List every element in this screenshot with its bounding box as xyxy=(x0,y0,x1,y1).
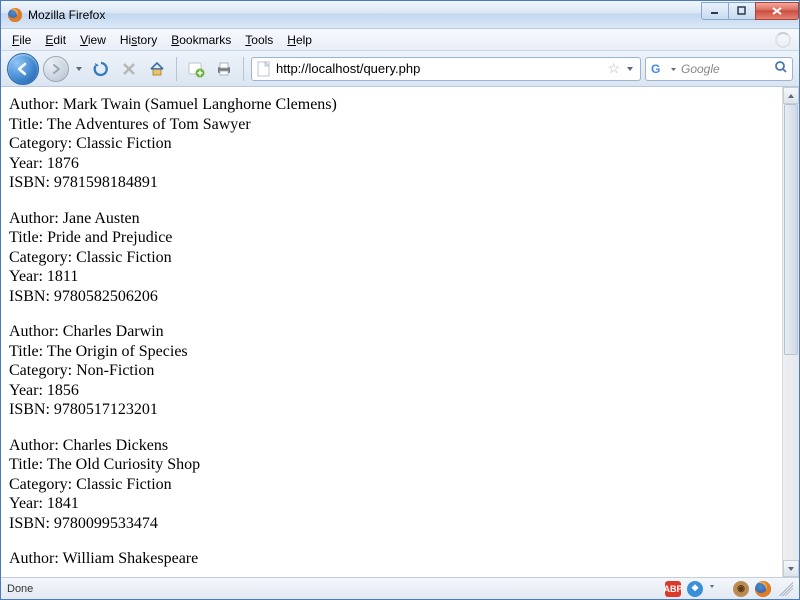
record-line: Author: Charles Darwin xyxy=(9,322,774,342)
search-engine-icon[interactable]: G xyxy=(650,61,666,77)
toolbar: http://localhost/query.php ☆ G Google xyxy=(1,51,799,87)
url-text: http://localhost/query.php xyxy=(276,61,603,76)
record-line: Year: 1811 xyxy=(9,267,774,287)
firefox-icon xyxy=(7,7,23,23)
reload-button[interactable] xyxy=(89,57,113,81)
record: Author: William Shakespeare xyxy=(9,549,774,569)
extension-icon[interactable]: ❖ xyxy=(687,581,703,597)
window-buttons xyxy=(702,2,799,22)
menu-edit[interactable]: Edit xyxy=(38,31,73,49)
record-line: Title: The Origin of Species xyxy=(9,342,774,362)
stop-button[interactable] xyxy=(117,57,141,81)
minimize-button[interactable] xyxy=(701,2,729,20)
search-placeholder: Google xyxy=(681,62,770,76)
record-line: ISBN: 9780582506206 xyxy=(9,287,774,307)
url-dropdown-icon[interactable] xyxy=(624,62,636,76)
scroll-track[interactable] xyxy=(783,104,799,560)
window-title: Mozilla Firefox xyxy=(28,8,702,22)
titlebar: Mozilla Firefox xyxy=(1,1,799,29)
record: Author: Jane AustenTitle: Pride and Prej… xyxy=(9,209,774,307)
statusbar: Done ABP ❖ ◉ xyxy=(1,577,799,599)
menu-history[interactable]: History xyxy=(113,31,164,49)
search-engine-dropdown-icon[interactable] xyxy=(670,62,677,76)
new-tab-button[interactable] xyxy=(184,57,208,81)
vertical-scrollbar[interactable] xyxy=(782,87,799,577)
record: Author: Charles DarwinTitle: The Origin … xyxy=(9,322,774,420)
record-line: ISBN: 9780099533474 xyxy=(9,514,774,534)
back-button[interactable] xyxy=(7,53,39,85)
record-line: ISBN: 9781598184891 xyxy=(9,173,774,193)
record-line: Title: The Adventures of Tom Sawyer xyxy=(9,115,774,135)
record-line: Category: Classic Fiction xyxy=(9,134,774,154)
scroll-up-button[interactable] xyxy=(783,87,799,104)
record-line: Author: Charles Dickens xyxy=(9,436,774,456)
page-icon xyxy=(256,61,272,77)
record-line: Title: Pride and Prejudice xyxy=(9,228,774,248)
svg-text:G: G xyxy=(651,62,660,76)
record-line: Category: Classic Fiction xyxy=(9,248,774,268)
menu-file[interactable]: File xyxy=(5,31,38,49)
url-bar[interactable]: http://localhost/query.php ☆ xyxy=(251,57,641,81)
record-line: Author: Jane Austen xyxy=(9,209,774,229)
home-button[interactable] xyxy=(145,57,169,81)
search-go-icon[interactable] xyxy=(774,60,788,77)
resize-grip-icon[interactable] xyxy=(779,582,793,596)
record-line: Year: 1876 xyxy=(9,154,774,174)
menu-bookmarks[interactable]: Bookmarks xyxy=(164,31,238,49)
status-text: Done xyxy=(7,583,659,595)
record-line: Title: The Old Curiosity Shop xyxy=(9,455,774,475)
maximize-button[interactable] xyxy=(728,2,756,20)
record-line: Author: Mark Twain (Samuel Langhorne Cle… xyxy=(9,95,774,115)
separator xyxy=(176,57,177,81)
nav-history-dropdown[interactable] xyxy=(73,56,85,82)
record-line: Year: 1841 xyxy=(9,494,774,514)
adblock-plus-icon[interactable]: ABP xyxy=(665,581,681,597)
firefox-status-icon[interactable] xyxy=(755,581,771,597)
page-content: Author: Mark Twain (Samuel Langhorne Cle… xyxy=(1,87,782,577)
extension-menu-icon[interactable] xyxy=(709,582,715,595)
bookmark-star-icon[interactable]: ☆ xyxy=(607,60,620,77)
record-line: Category: Classic Fiction xyxy=(9,475,774,495)
menubar: File Edit View History Bookmarks Tools H… xyxy=(1,29,799,51)
menu-tools[interactable]: Tools xyxy=(238,31,280,49)
forward-button[interactable] xyxy=(43,56,69,82)
record-line: Year: 1856 xyxy=(9,381,774,401)
record: Author: Mark Twain (Samuel Langhorne Cle… xyxy=(9,95,774,193)
search-bar[interactable]: G Google xyxy=(645,57,793,81)
scroll-thumb[interactable] xyxy=(784,104,798,355)
record-line: Category: Non-Fiction xyxy=(9,361,774,381)
separator xyxy=(243,57,244,81)
scroll-down-button[interactable] xyxy=(783,560,799,577)
menu-help[interactable]: Help xyxy=(280,31,319,49)
menu-view[interactable]: View xyxy=(73,31,113,49)
print-button[interactable] xyxy=(212,57,236,81)
greasemonkey-icon[interactable]: ◉ xyxy=(733,581,749,597)
record: Author: Charles DickensTitle: The Old Cu… xyxy=(9,436,774,534)
activity-throbber-icon xyxy=(775,32,791,48)
close-button[interactable] xyxy=(755,2,799,20)
record-line: ISBN: 9780517123201 xyxy=(9,400,774,420)
